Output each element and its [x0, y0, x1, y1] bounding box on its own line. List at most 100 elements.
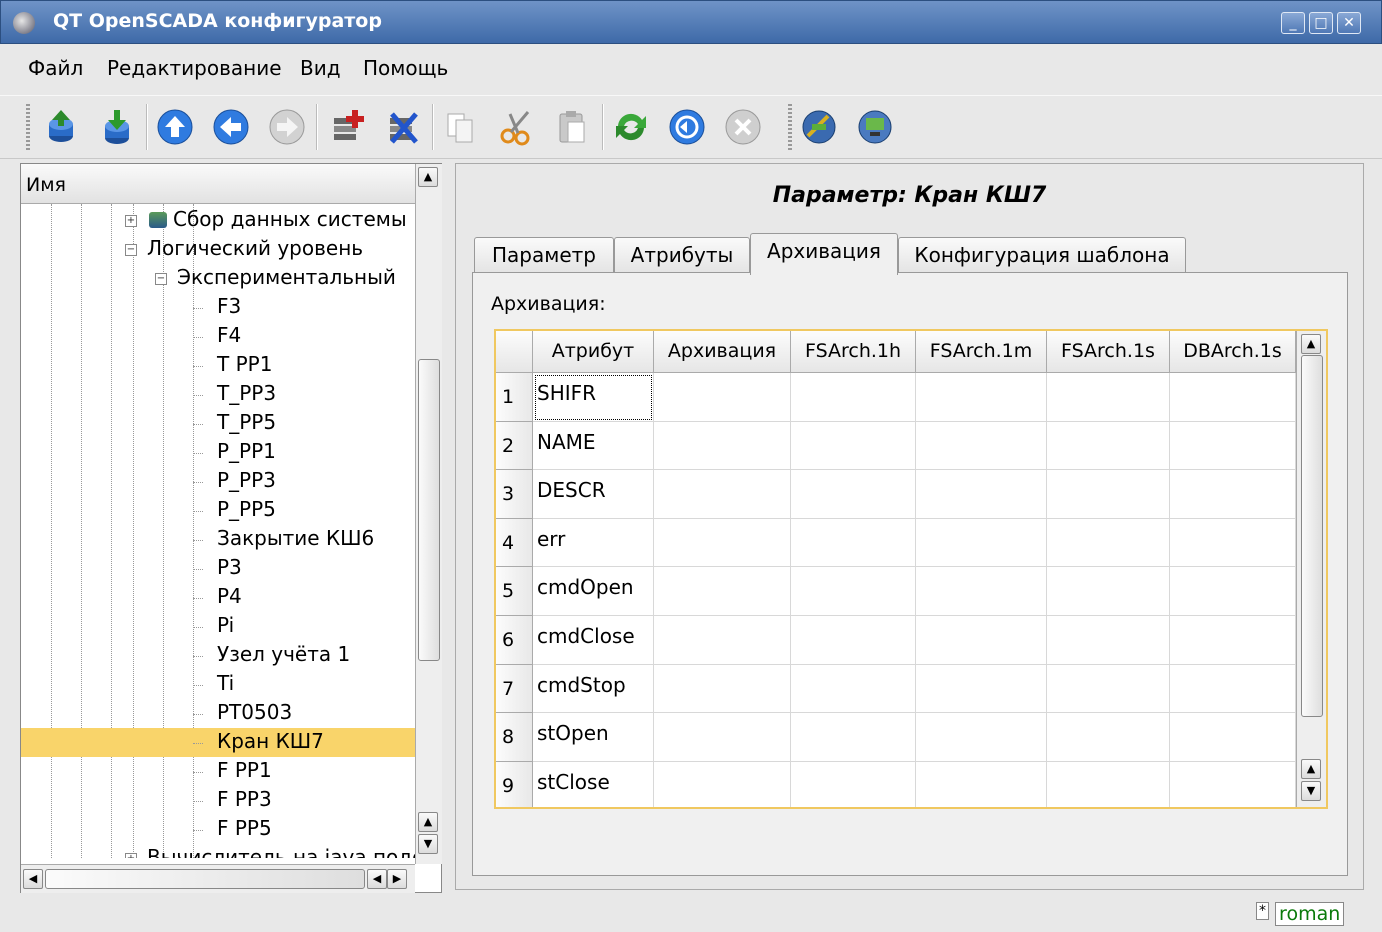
archive-cell[interactable] [1047, 616, 1170, 665]
tree-item[interactable]: PT0503 [21, 699, 415, 728]
cut-icon[interactable] [498, 108, 536, 146]
attribute-cell[interactable]: err [533, 518, 654, 568]
tree-item[interactable]: P3 [21, 554, 415, 583]
attribute-cell[interactable]: cmdClose [533, 616, 654, 665]
column-header[interactable]: Атрибут [533, 331, 654, 373]
back-icon[interactable] [212, 108, 250, 146]
column-header[interactable]: Архивация [654, 331, 791, 373]
maximize-button[interactable]: □ [1309, 12, 1333, 34]
title-bar[interactable]: QT OpenSCADA конфигуратор _ □ ✕ [0, 0, 1382, 44]
up-icon[interactable] [156, 108, 194, 146]
column-header[interactable]: DBArch.1s [1170, 331, 1296, 373]
tree-item[interactable]: P_PP5 [21, 496, 415, 525]
column-header[interactable]: FSArch.1m [916, 331, 1047, 373]
tree-item[interactable]: Кран КШ7 [21, 728, 415, 757]
column-header[interactable]: FSArch.1s [1047, 331, 1170, 373]
tree-item[interactable]: P_PP3 [21, 467, 415, 496]
tab-parameter[interactable]: Параметр [474, 237, 614, 273]
archive-cell[interactable] [1047, 470, 1170, 519]
archive-cell[interactable] [654, 421, 791, 471]
menu-edit[interactable]: Редактирование [107, 56, 282, 80]
delete-item-icon[interactable] [384, 108, 422, 146]
tree-vertical-scrollbar[interactable]: ▲ ▲ ▼ [415, 164, 442, 864]
tree-item[interactable]: T_PP5 [21, 409, 415, 438]
archive-cell[interactable] [1047, 421, 1170, 471]
menu-help[interactable]: Помощь [363, 56, 448, 80]
remote-station-icon[interactable] [800, 108, 838, 146]
table-vertical-scrollbar[interactable]: ▲ ▲ ▼ [1296, 331, 1326, 807]
paste-icon[interactable] [554, 108, 592, 146]
archive-cell[interactable] [1170, 421, 1296, 471]
archive-cell[interactable] [791, 567, 916, 616]
tree-horizontal-scrollbar[interactable]: ◀ ◀ ▶ [21, 864, 415, 893]
tree-expander-icon[interactable]: + [125, 853, 137, 858]
row-header[interactable]: 6 [496, 616, 533, 665]
user-label[interactable]: roman [1275, 902, 1345, 926]
attribute-cell[interactable]: SHIFR [533, 373, 654, 422]
forward-icon[interactable] [268, 108, 306, 146]
archive-cell[interactable] [654, 470, 791, 519]
minimize-button[interactable]: _ [1281, 12, 1305, 34]
scroll-thumb[interactable] [418, 359, 440, 661]
archive-cell[interactable] [654, 518, 791, 568]
attribute-cell[interactable]: cmdStop [533, 664, 654, 714]
archive-cell[interactable] [1170, 470, 1296, 519]
archive-cell[interactable] [654, 664, 791, 714]
scroll-thumb[interactable] [45, 869, 365, 889]
archive-cell[interactable] [791, 470, 916, 519]
archive-cell[interactable] [791, 761, 916, 807]
row-header[interactable]: 3 [496, 470, 533, 519]
archive-cell[interactable] [916, 616, 1047, 665]
archive-cell[interactable] [654, 373, 791, 422]
tree-item[interactable]: − Логический уровень [21, 235, 415, 264]
tree-item[interactable]: F4 [21, 322, 415, 351]
tree-item[interactable]: T_PP3 [21, 380, 415, 409]
tab-attributes[interactable]: Атрибуты [614, 237, 750, 273]
attribute-cell[interactable]: DESCR [533, 470, 654, 519]
row-header[interactable]: 5 [496, 567, 533, 616]
scroll-up-button[interactable]: ▲ [418, 167, 438, 187]
attribute-cell[interactable]: stOpen [533, 713, 654, 762]
row-header[interactable]: 8 [496, 713, 533, 762]
row-header[interactable]: 2 [496, 421, 533, 471]
tree-item[interactable]: F PP5 [21, 815, 415, 844]
scroll-down-button[interactable]: ▼ [418, 834, 438, 854]
tree-item[interactable]: − Экспериментальный [21, 264, 415, 293]
archive-cell[interactable] [1170, 373, 1296, 422]
scroll-right-button[interactable]: ▶ [387, 869, 407, 889]
menu-file[interactable]: Файл [28, 56, 83, 80]
copy-icon[interactable] [442, 108, 480, 146]
archive-cell[interactable] [916, 518, 1047, 568]
tree-item[interactable]: F3 [21, 293, 415, 322]
archive-cell[interactable] [791, 713, 916, 762]
scroll-thumb[interactable] [1301, 355, 1323, 717]
tree-item[interactable]: Ti [21, 670, 415, 699]
attribute-cell[interactable]: stClose [533, 761, 654, 807]
row-header[interactable]: 4 [496, 518, 533, 568]
tree-item[interactable]: + Вычислитель на java подоб [21, 844, 415, 858]
tree-item[interactable]: Pi [21, 612, 415, 641]
tree-item[interactable]: Закрытие КШ6 [21, 525, 415, 554]
tree-expander-icon[interactable]: + [125, 215, 137, 227]
scroll-left-button[interactable]: ◀ [367, 869, 387, 889]
archive-cell[interactable] [916, 761, 1047, 807]
row-header[interactable]: 7 [496, 664, 533, 714]
tree-header[interactable]: Имя [21, 164, 415, 204]
add-item-icon[interactable] [328, 108, 366, 146]
tree-expander-icon[interactable]: − [125, 244, 137, 256]
column-header[interactable]: FSArch.1h [791, 331, 916, 373]
archive-cell[interactable] [1047, 664, 1170, 714]
archive-cell[interactable] [1047, 518, 1170, 568]
tree-expander-icon[interactable]: − [155, 273, 167, 285]
tree-item[interactable]: P4 [21, 583, 415, 612]
scroll-up-button[interactable]: ▲ [1301, 334, 1321, 354]
archive-cell[interactable] [654, 761, 791, 807]
tree-item[interactable]: F PP1 [21, 757, 415, 786]
scroll-up-button[interactable]: ▲ [418, 812, 438, 832]
scroll-up-button[interactable]: ▲ [1301, 759, 1321, 779]
tab-template-config[interactable]: Конфигурация шаблона [898, 237, 1186, 273]
archive-cell[interactable] [1047, 761, 1170, 807]
archive-cell[interactable] [791, 373, 916, 422]
archive-cell[interactable] [1170, 616, 1296, 665]
remote-host-icon[interactable] [856, 108, 894, 146]
